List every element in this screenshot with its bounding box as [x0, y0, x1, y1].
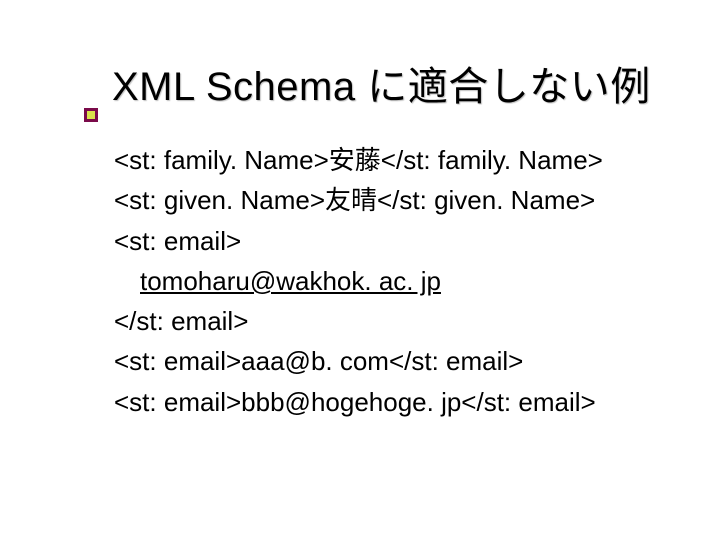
slide-body: <st: family. Name>安藤</st: family. Name> … — [114, 140, 672, 422]
code-line-5: </st: email> — [114, 301, 672, 341]
slide-title: XML Schema に適合しない例 — [112, 54, 651, 112]
code-line-1: <st: family. Name>安藤</st: family. Name> — [114, 140, 672, 180]
code-line-6: <st: email>aaa@b. com</st: email> — [114, 341, 672, 381]
code-line-4: tomoharu@wakhok. ac. jp — [114, 261, 672, 301]
bullet-icon — [84, 108, 98, 122]
title-row: XML Schema に適合しない例 — [84, 54, 672, 112]
code-line-3: <st: email> — [114, 221, 672, 261]
code-line-2: <st: given. Name>友晴</st: given. Name> — [114, 180, 672, 220]
code-line-7: <st: email>bbb@hogehoge. jp</st: email> — [114, 382, 672, 422]
slide: XML Schema に適合しない例 <st: family. Name>安藤<… — [0, 0, 720, 540]
email-link[interactable]: tomoharu@wakhok. ac. jp — [140, 266, 441, 296]
